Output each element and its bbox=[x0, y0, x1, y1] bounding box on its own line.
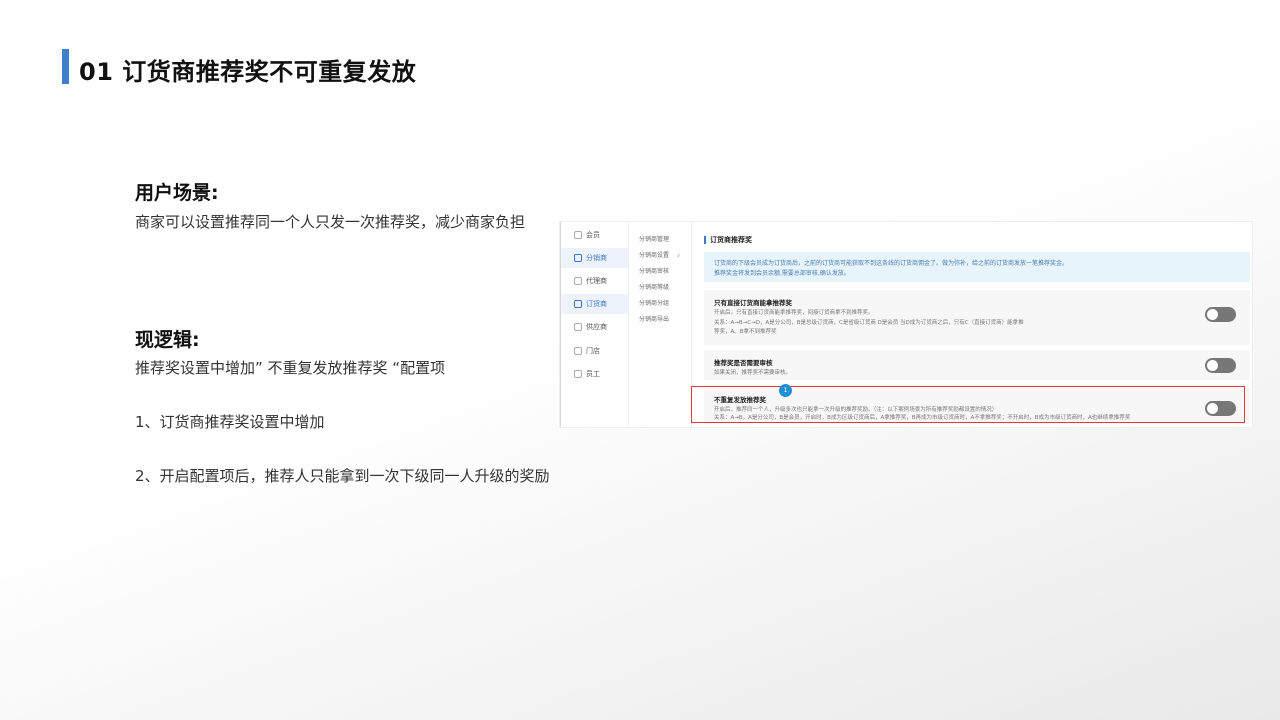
distributor-icon bbox=[574, 254, 582, 262]
setting-desc: 关系：A→B→C→D，A是分公司，B是总级订货商，C是省级订货商 D是会员 当D… bbox=[714, 320, 1024, 326]
secondary-nav: 分销商管理 分销商设置 › 分销商审核 分销商等级 分销商分组 分销商导出 bbox=[629, 222, 692, 427]
notice-line: 推荐奖金将发到会员余额,需要总部审核,确认发放。 bbox=[714, 270, 850, 277]
supplier-icon bbox=[574, 323, 582, 331]
logic-point-1: 1、订货商推荐奖设置中增加 bbox=[135, 413, 325, 431]
setting-card-review: 推荐奖是否需要审核 如果关闭，推荐奖不需要审核。 bbox=[704, 350, 1250, 380]
setting-desc: 荐奖，A、B拿不到推荐奖 bbox=[714, 329, 777, 335]
nav-label: 门店 bbox=[586, 347, 600, 355]
subnav-item[interactable]: 分销商审核 bbox=[639, 266, 669, 275]
toggle-switch[interactable] bbox=[1205, 358, 1236, 373]
setting-title: 推荐奖是否需要审核 bbox=[714, 359, 773, 367]
nav-item-store[interactable]: 门店 bbox=[561, 341, 628, 361]
primary-nav: 会员 分销商 代理商 订货商 供应商 门店 员工 bbox=[561, 222, 629, 427]
logic-heading: 现逻辑: bbox=[135, 329, 200, 351]
agent-icon bbox=[574, 277, 582, 285]
title-accent-bar bbox=[62, 49, 69, 84]
store-icon bbox=[574, 347, 582, 355]
user-icon bbox=[574, 231, 582, 239]
setting-desc: 如果关闭，推荐奖不需要审核。 bbox=[714, 370, 792, 376]
logic-point-2: 2、开启配置项后，推荐人只能拿到一次下级同一人升级的奖励 bbox=[135, 467, 550, 485]
subnav-item[interactable]: 分销商等级 bbox=[639, 282, 669, 291]
nav-label: 员工 bbox=[586, 370, 600, 378]
scenario-text: 商家可以设置推荐同一个人只发一次推荐奖，减少商家负担 bbox=[135, 213, 526, 231]
nav-item-member[interactable]: 会员 bbox=[561, 225, 628, 245]
nav-label: 供应商 bbox=[586, 323, 607, 331]
settings-screenshot: 会员 分销商 代理商 订货商 供应商 门店 员工 分销商管理 分销商设置 › 分… bbox=[560, 222, 1252, 427]
subnav-item[interactable]: 分销商管理 bbox=[639, 234, 669, 243]
nav-item-supplier[interactable]: 供应商 bbox=[561, 317, 628, 337]
staff-icon bbox=[574, 370, 582, 378]
scenario-heading: 用户场景: bbox=[135, 182, 219, 204]
nav-label: 会员 bbox=[586, 231, 600, 239]
nav-label: 订货商 bbox=[586, 300, 607, 308]
step-badge: 1 bbox=[779, 384, 792, 397]
logic-text: 推荐奖设置中增加” 不重复发放推荐奖 “配置项 bbox=[135, 359, 446, 377]
nav-label: 分销商 bbox=[586, 254, 607, 262]
nav-label: 代理商 bbox=[586, 277, 607, 285]
subnav-item[interactable]: 分销商导出 bbox=[639, 314, 669, 323]
setting-card-direct-only: 只有直接订货商能拿推荐奖 开启后，只有直接订货商能拿推荐奖，间接订货商拿不到推荐… bbox=[704, 290, 1250, 345]
chevron-right-icon: › bbox=[677, 251, 681, 260]
setting-title: 只有直接订货商能拿推荐奖 bbox=[714, 299, 792, 307]
subnav-item[interactable]: 分销商设置 bbox=[639, 250, 669, 259]
order-icon bbox=[574, 300, 582, 308]
nav-item-staff[interactable]: 员工 bbox=[561, 364, 628, 384]
toggle-knob bbox=[1207, 309, 1218, 320]
slide-title: 01 订货商推荐奖不可重复发放 bbox=[79, 58, 417, 86]
nav-item-distributor[interactable]: 分销商 bbox=[561, 248, 628, 268]
section-title: 订货商推荐奖 bbox=[704, 236, 752, 244]
notice-line: 订货商的下级会员成为订货商后，之前的订货商可能获取不到这条线的订货商佣金了。做为… bbox=[714, 260, 1069, 267]
setting-desc: 开启后，只有直接订货商能拿推荐奖，间接订货商拿不到推荐奖。 bbox=[714, 310, 874, 316]
info-notice: 订货商的下级会员成为订货商后，之前的订货商可能获取不到这条线的订货商佣金了。做为… bbox=[704, 252, 1250, 282]
nav-item-orderer[interactable]: 订货商 bbox=[561, 294, 628, 314]
nav-item-agent[interactable]: 代理商 bbox=[561, 271, 628, 291]
highlight-box bbox=[691, 386, 1245, 423]
toggle-switch[interactable] bbox=[1205, 307, 1236, 322]
toggle-knob bbox=[1207, 360, 1218, 371]
subnav-item[interactable]: 分销商分组 bbox=[639, 298, 669, 307]
